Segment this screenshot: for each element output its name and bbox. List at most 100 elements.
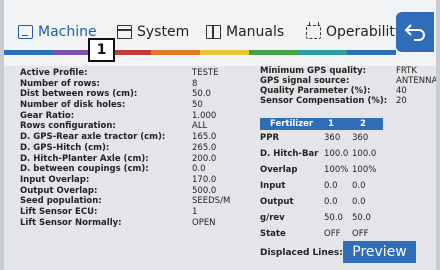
fertilizer-value-2: 100.0 [352, 149, 377, 159]
fertilizer-row-label: PPR [260, 133, 280, 143]
fertilizer-row-label: Overlap [260, 165, 298, 175]
gps-param-label: Sensor Compensation (%): [260, 96, 388, 106]
tab-manuals[interactable]: Manuals [206, 19, 284, 45]
param-label: Active Profile: [20, 68, 88, 78]
param-row: Number of rows: 8 [20, 79, 250, 90]
gps-param-row: Minimum GPS quality: FRTK [260, 66, 436, 76]
param-value: 500.0 [192, 185, 217, 196]
gps-param-row: Sensor Compensation (%): 20 [260, 96, 436, 106]
fertilizer-row-label: Input [260, 181, 286, 191]
strip-segment [4, 50, 53, 55]
machine-icon [18, 25, 33, 39]
displaced-lines-label: Displaced Lines: [260, 248, 343, 258]
param-value: 50 [192, 100, 203, 111]
param-value: 1 [192, 206, 198, 217]
fertilizer-value-1: 100% [324, 165, 349, 175]
fertilizer-value-2: 0.0 [352, 197, 366, 207]
param-row: D. between coupings (cm): 0.0 [20, 164, 250, 175]
step-badge: 1 [88, 38, 115, 62]
param-row: Lift Sensor ECU: 1 [20, 207, 250, 218]
tab-system-label: System [137, 24, 190, 40]
tab-operability-label: Operability [326, 24, 404, 40]
param-label: Input Overlap: [20, 174, 90, 185]
gps-param-value: ANTENNA [396, 76, 436, 86]
fertilizer-value-1: 360 [324, 133, 341, 143]
param-value: 50.0 [192, 89, 211, 100]
gps-param-value: FRTK [396, 66, 417, 76]
fertilizer-row: Overlap 100% 100% [260, 162, 428, 178]
tab-bar: Machine System Manuals Operability 1 [4, 0, 436, 66]
fertilizer-value-1: 100.0 [324, 149, 349, 159]
param-row: D. GPS-Rear axle tractor (cm): 165.0 [20, 132, 250, 143]
param-row: Dist between rows (cm): 50.0 [20, 89, 250, 100]
app-window: Machine System Manuals Operability 1 Act… [4, 0, 436, 270]
param-row: D. Hitch-Planter Axle (cm): 200.0 [20, 154, 250, 165]
fertilizer-row: Output 0.0 0.0 [260, 194, 428, 210]
tab-color-strip [4, 50, 396, 55]
fertilizer-row: D. Hitch-Bar 100.0 100.0 [260, 146, 428, 162]
param-row: Active Profile: TESTE [20, 68, 250, 79]
fertilizer-row-label: D. Hitch-Bar [260, 149, 319, 159]
param-label: Gear Ratio: [20, 110, 75, 121]
back-button[interactable] [396, 12, 434, 52]
fertilizer-row-label: Output [260, 197, 294, 207]
param-value: 165.0 [192, 132, 217, 143]
param-row: Seed population: SEEDS/M [20, 196, 250, 207]
tab-operability[interactable]: Operability [306, 19, 403, 45]
param-label: Rows configuration: [20, 121, 116, 132]
back-arrow-icon [404, 24, 425, 41]
fertilizer-value-1: 50.0 [324, 213, 343, 223]
strip-segment [298, 50, 347, 55]
param-label: Lift Sensor Normally: [20, 217, 122, 228]
param-value: TESTE [192, 68, 219, 78]
param-value: 170.0 [192, 174, 217, 185]
param-label: Output Overlap: [20, 185, 98, 196]
param-value: 0.0 [192, 164, 206, 175]
param-row: Output Overlap: 500.0 [20, 186, 250, 197]
fertilizer-row-label: State [260, 229, 286, 239]
gps-param-row: Quality Parameter (%): 40 [260, 86, 436, 96]
param-value: 265.0 [192, 142, 217, 153]
fertilizer-header-col1: 1 [328, 119, 334, 129]
fertilizer-value-2: 100% [352, 165, 377, 175]
param-value: OPEN [192, 217, 216, 228]
fertilizer-value-2: 50.0 [352, 213, 371, 223]
fertilizer-row: State OFF OFF [260, 226, 428, 242]
param-value: ALL [192, 121, 208, 132]
param-label: Number of rows: [20, 78, 100, 89]
system-icon [117, 25, 132, 39]
param-label: D. GPS-Rear axle tractor (cm): [20, 132, 166, 143]
gps-param-label: Minimum GPS quality: [260, 66, 367, 76]
machine-content: Active Profile: TESTE Number of rows: 8 Dist… [4, 66, 436, 270]
param-label: Dist between rows (cm): [20, 89, 138, 100]
strip-segment [347, 50, 396, 55]
param-label: D. GPS-Hitch (cm): [20, 142, 110, 153]
param-row: Gear Ratio: 1.000 [20, 111, 250, 122]
gps-param-label: GPS signal source: [260, 76, 350, 86]
tab-machine[interactable]: Machine [18, 19, 97, 45]
fertilizer-value-2: 0.0 [352, 181, 366, 191]
fertilizer-value-2: OFF [352, 229, 369, 239]
strip-segment [151, 50, 200, 55]
param-label: Lift Sensor ECU: [20, 206, 98, 217]
preview-button[interactable]: Preview [343, 241, 416, 263]
fertilizer-value-1: 0.0 [324, 197, 338, 207]
fertilizer-row-label: g/rev [260, 213, 285, 223]
param-label: D. between coupings (cm): [20, 164, 149, 175]
fertilizer-rows: PPR 360 360 D. Hitch-Bar 100.0 100.0 Overlap 10… [260, 130, 428, 242]
operability-icon [306, 22, 321, 39]
fertilizer-value-1: 0.0 [324, 181, 338, 191]
param-value: 1.000 [192, 110, 217, 121]
param-row: D. GPS-Hitch (cm): 265.0 [20, 143, 250, 154]
param-row: Input Overlap: 170.0 [20, 175, 250, 186]
gps-params-list: Minimum GPS quality: FRTK GPS signal sourc… [260, 66, 436, 106]
gps-param-value: 20 [396, 96, 407, 106]
gps-param-value: 40 [396, 86, 407, 96]
fertilizer-row: g/rev 50.0 50.0 [260, 210, 428, 226]
tab-system[interactable]: System [117, 19, 189, 45]
fertilizer-value-2: 360 [352, 133, 369, 143]
param-value: 200.0 [192, 153, 217, 164]
manuals-icon [206, 25, 221, 39]
gps-param-row: GPS signal source: ANTENNA [260, 76, 436, 86]
param-label: Seed population: [20, 196, 102, 207]
